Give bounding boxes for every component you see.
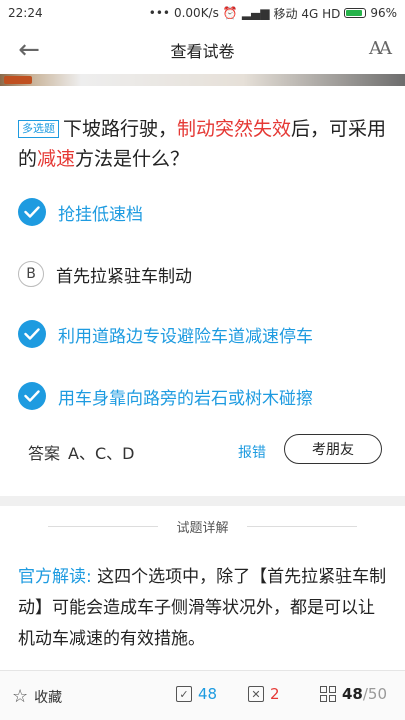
answer-row: 答案 A、C、D 报错 考朋友 — [0, 432, 405, 472]
section-title: 试题详解 — [176, 520, 229, 536]
favorite-button[interactable]: ☆ 收藏 — [12, 686, 62, 707]
answer-label: 答案 — [28, 444, 61, 463]
favorite-label: 收藏 — [34, 689, 63, 706]
banner-logo — [4, 76, 32, 84]
option-b[interactable]: B 首先拉紧驻车制动 — [18, 258, 192, 290]
progress-total: /50 — [362, 685, 388, 703]
option-c[interactable]: 利用道路边专设避险车道减速停车 — [18, 318, 313, 350]
back-arrow-icon[interactable]: ← — [14, 36, 44, 64]
answer-value: A、C、D — [68, 444, 135, 463]
correct-count-value: 48 — [198, 685, 218, 703]
carrier-label: 移动 4G HD — [273, 6, 341, 21]
divider — [246, 525, 357, 527]
option-a-text: 抢挂低速档 — [58, 204, 143, 225]
option-d[interactable]: 用车身靠向路旁的岩石或树木碰擦 — [18, 380, 313, 412]
explanation-text: 官方解读: 这四个选项中，除了【首先拉紧驻车制动】可能会造成车子侧滑等状况外，都… — [18, 562, 388, 655]
ad-banner[interactable] — [0, 74, 405, 86]
status-time: 22:24 — [8, 6, 43, 20]
alarm-icon: ⏰ — [222, 6, 238, 20]
option-c-text: 利用道路边专设避险车道减速停车 — [58, 326, 313, 347]
ask-friend-button[interactable]: 考朋友 — [284, 434, 382, 464]
cross-box-icon: ✕ — [248, 686, 264, 702]
signal-icon: ▂▄▆ — [241, 6, 270, 20]
question-text: 多选题 下坡路行驶，制动突然失效后，可采用的减速方法是什么？ — [18, 114, 388, 174]
page-title: 查看试卷 — [170, 42, 235, 61]
checkmark-icon — [18, 198, 46, 226]
option-b-text: 首先拉紧驻车制动 — [56, 266, 192, 287]
question-highlight-1: 制动突然失效 — [177, 118, 292, 140]
status-bar: 22:24 ••• 0.00K/s ⏰ ▂▄▆ 移动 4G HD 96% — [0, 0, 405, 26]
network-speed: 0.00K/s — [173, 6, 219, 20]
progress-value: 48/50 — [342, 685, 387, 703]
progress-indicator[interactable]: 48/50 — [320, 685, 387, 703]
progress-current: 48 — [342, 685, 363, 703]
question-card: 多选题 下坡路行驶，制动突然失效后，可采用的减速方法是什么？ 抢挂低速档 B 首先… — [0, 86, 405, 496]
check-box-icon: ✓ — [176, 686, 192, 702]
question-part-1: 下坡路行驶， — [63, 118, 178, 140]
option-d-text: 用车身靠向路旁的岩石或树木碰擦 — [58, 388, 313, 409]
question-highlight-2: 减速 — [37, 148, 76, 170]
bottom-bar: ☆ 收藏 ✓ 48 ✕ 2 48/50 — [0, 670, 405, 720]
question-type-badge: 多选题 — [18, 120, 59, 138]
divider — [48, 525, 159, 527]
question-part-3: 方法是什么？ — [75, 148, 190, 170]
explanation-section: 试题详解 官方解读: 这四个选项中，除了【首先拉紧驻车制动】可能会造成车子侧滑等… — [0, 506, 405, 670]
option-a[interactable]: 抢挂低速档 — [18, 196, 143, 228]
report-error-link[interactable]: 报错 — [238, 442, 266, 462]
explanation-label: 官方解读: — [18, 567, 92, 587]
answer-display: 答案 A、C、D — [28, 440, 134, 464]
status-right: ••• 0.00K/s ⏰ ▂▄▆ 移动 4G HD 96% — [149, 5, 397, 22]
grid-icon — [320, 686, 336, 702]
battery-percent: 96% — [370, 6, 397, 20]
more-dots-icon: ••• — [148, 6, 170, 20]
star-icon: ☆ — [12, 686, 29, 707]
checkmark-icon — [18, 320, 46, 348]
section-header: 试题详解 — [0, 516, 405, 536]
checkmark-icon — [18, 382, 46, 410]
wrong-count[interactable]: ✕ 2 — [248, 685, 280, 703]
correct-count[interactable]: ✓ 48 — [176, 685, 217, 703]
wrong-count-value: 2 — [270, 685, 280, 703]
font-size-icon[interactable]: AA — [369, 38, 392, 62]
option-b-letter: B — [18, 261, 44, 287]
battery-icon — [344, 8, 367, 18]
title-bar: ← 查看试卷 AA — [0, 26, 405, 74]
